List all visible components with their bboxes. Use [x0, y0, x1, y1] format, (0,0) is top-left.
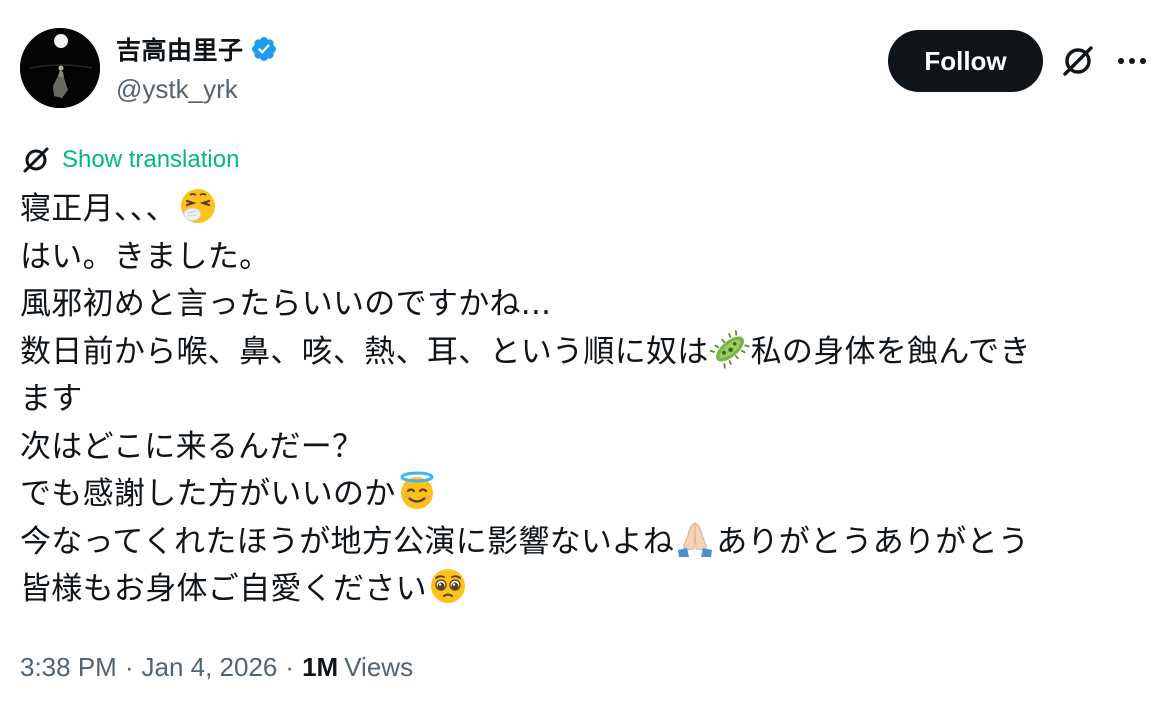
tweet-line-text: でも感謝した方がいいのか — [20, 476, 396, 512]
grok-button[interactable] — [1057, 40, 1099, 82]
tweet-line-text: 私の身体を蝕んでき — [750, 333, 1031, 370]
tweet-line-text: はい。きました。 — [20, 238, 271, 275]
user-handle[interactable]: @ystk_yrk — [116, 74, 278, 105]
tweet-post: 吉高由里子 @ystk_yrk Follow Show translation … — [0, 0, 1167, 706]
tweet-line: ます — [20, 376, 1145, 424]
show-translation-label: Show translation — [62, 146, 240, 173]
microbe-emoji-icon — [709, 329, 750, 369]
pleading-face-emoji-icon — [428, 566, 468, 606]
tweet-line-text: ありがとうありがとう — [716, 523, 1030, 560]
tweet-line-text: 寝正月、、、 — [20, 191, 177, 227]
folded-hands-emoji-icon — [675, 519, 715, 559]
author-block: 吉高由里子 @ystk_yrk — [116, 30, 278, 105]
more-horizontal-icon — [1118, 58, 1146, 64]
tweet-line-text: 皆様もお身体ご自愛ください — [20, 571, 427, 607]
tweet-line: 今なってくれたほうが地方公演に影響ないよね ありがとうありがとう — [20, 519, 1145, 567]
views-count[interactable]: 1M — [302, 652, 338, 683]
tweet-line-text: ます — [20, 381, 83, 417]
avatar-image — [20, 28, 100, 108]
tweet-line: でも感謝した方がいいのか — [20, 471, 1145, 519]
tweet-line-text: 数日前から喉、鼻、咳、熱、耳、という順に奴は — [20, 333, 709, 370]
show-translation-link[interactable]: Show translation — [20, 144, 239, 176]
grok-icon — [1063, 46, 1093, 76]
tweet-line: 皆様もお身体ご自愛ください — [20, 566, 1145, 614]
tweet-date[interactable]: Jan 4, 2026 — [142, 652, 278, 683]
avatar[interactable] — [20, 28, 100, 108]
tweet-line: 寝正月、、、 — [20, 186, 1145, 234]
follow-button[interactable]: Follow — [888, 30, 1043, 92]
verified-badge-icon — [250, 35, 278, 63]
tweet-line: はい。きました。 — [20, 234, 1145, 282]
display-name[interactable]: 吉高由里子 — [116, 31, 244, 67]
tweet-line-text: 風邪初めと言ったらいいのですかね... — [20, 286, 552, 322]
meta-separator: · — [285, 652, 295, 682]
translate-icon — [20, 144, 52, 176]
tweet-line: 風邪初めと言ったらいいのですかね... — [20, 281, 1145, 329]
sneezing-face-emoji-icon — [178, 186, 218, 226]
halo-face-emoji-icon — [397, 471, 437, 511]
meta-separator: · — [124, 652, 134, 682]
tweet-time[interactable]: 3:38 PM — [20, 652, 117, 683]
tweet-line-text: 今なってくれたほうが地方公演に影響ないよね — [20, 523, 675, 560]
tweet-line: 数日前から喉、鼻、咳、熱、耳、という順に奴は 私の身体を蝕んでき — [20, 329, 1145, 377]
tweet-line: 次はどこに来るんだー？ — [20, 424, 1145, 472]
tweet-text: 寝正月、、、 はい。きました。 風邪初めと言ったらいいのですかね... 数日前か… — [20, 186, 1145, 614]
tweet-meta: 3:38 PM · Jan 4, 2026 · 1M Views — [20, 652, 413, 683]
views-label[interactable]: Views — [344, 652, 413, 683]
tweet-line-text: 次はどこに来るんだー？ — [20, 428, 364, 465]
more-options-button[interactable] — [1110, 40, 1154, 82]
